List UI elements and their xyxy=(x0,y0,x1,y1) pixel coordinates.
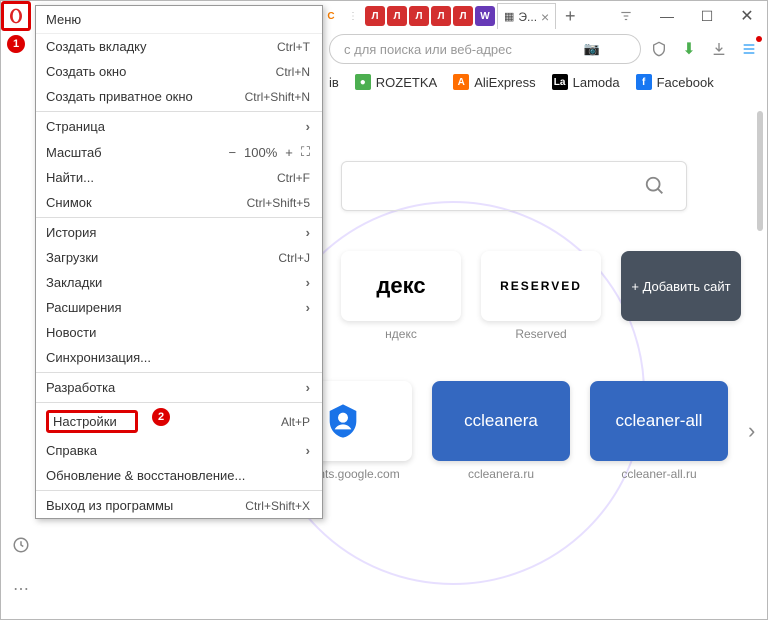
menu-find[interactable]: Найти...Ctrl+F xyxy=(36,165,322,190)
tab-icon[interactable]: ⋮ xyxy=(343,6,363,26)
bookmark-item[interactable]: fFacebook xyxy=(636,74,714,90)
menu-separator xyxy=(36,217,322,218)
next-page-icon[interactable]: › xyxy=(748,418,755,444)
speed-dial-tile[interactable]: RESERVED xyxy=(481,251,601,321)
menu-new-tab[interactable]: Создать вкладкуCtrl+T xyxy=(36,34,322,59)
menu-sync[interactable]: Синхронизация... xyxy=(36,345,322,370)
tab-strip: C ⋮ Л Л Л Л Л W ▦ Э... × + xyxy=(321,3,611,29)
search-box[interactable] xyxy=(341,161,687,211)
dial-label xyxy=(679,327,682,341)
annotation-two: 2 xyxy=(152,408,170,426)
address-input[interactable]: с для поиска или веб-адрес 📷 xyxy=(329,34,641,64)
google-account-icon xyxy=(323,401,363,441)
tab-icon[interactable]: Л xyxy=(453,6,473,26)
menu-downloads[interactable]: ЗагрузкиCtrl+J xyxy=(36,245,322,270)
new-tab-button[interactable]: + xyxy=(558,4,582,28)
shield-icon[interactable] xyxy=(649,39,669,59)
workspaces-icon[interactable] xyxy=(611,1,641,31)
menu-separator xyxy=(36,402,322,403)
easy-setup-icon[interactable] xyxy=(739,39,759,59)
opera-icon xyxy=(8,8,24,24)
menu-bookmarks[interactable]: Закладки› xyxy=(36,270,322,295)
menu-new-window[interactable]: Создать окноCtrl+N xyxy=(36,59,322,84)
menu-extensions[interactable]: Расширения› xyxy=(36,295,322,320)
dial-label: ccleaner-all.ru xyxy=(621,467,696,481)
menu-exit[interactable]: Выход из программыCtrl+Shift+X xyxy=(36,493,322,518)
menu-news[interactable]: Новости xyxy=(36,320,322,345)
speed-dial-tile[interactable]: декс xyxy=(341,251,461,321)
more-icon[interactable]: ⋯ xyxy=(13,579,29,599)
menu-zoom[interactable]: Масштаб−100%+⛶ xyxy=(36,139,322,165)
menu-help[interactable]: Справка› xyxy=(36,438,322,463)
speed-dial-icon: ▦ xyxy=(504,10,514,23)
menu-separator xyxy=(36,111,322,112)
maximize-button[interactable]: ☐ xyxy=(687,1,727,31)
menu-page[interactable]: Страница› xyxy=(36,114,322,139)
menu-update[interactable]: Обновление & восстановление... xyxy=(36,463,322,488)
speed-dial-tile[interactable]: ccleaner-all xyxy=(590,381,728,461)
bookmark-item[interactable]: LaLamoda xyxy=(552,74,620,90)
search-icon xyxy=(644,175,666,197)
tab-icon[interactable]: Л xyxy=(409,6,429,26)
camera-icon[interactable]: 📷 xyxy=(584,41,600,57)
menu-settings[interactable]: Настройки 2 Alt+P xyxy=(36,405,322,438)
address-placeholder: с для поиска или веб-адрес xyxy=(344,42,512,57)
speed-dial-tile[interactable]: ccleanera xyxy=(432,381,570,461)
tab-icon[interactable]: Л xyxy=(387,6,407,26)
bookmark-overflow[interactable]: ів xyxy=(329,75,339,90)
active-tab[interactable]: ▦ Э... × xyxy=(497,3,556,29)
bookmarks-bar: ів ●ROZETKA AAliExpress LaLamoda fFacebo… xyxy=(321,67,767,97)
tab-icon[interactable]: C xyxy=(321,6,341,26)
history-icon[interactable] xyxy=(12,536,30,559)
tab-title: Э... xyxy=(518,10,537,24)
add-site-tile[interactable]: + Добавить сайт xyxy=(621,251,741,321)
speed-dial-row: декс ндекс RESERVED Reserved + Добавить … xyxy=(341,251,747,341)
download-icon[interactable]: ⬇ xyxy=(679,39,699,59)
main-menu-dropdown: Меню Создать вкладкуCtrl+T Создать окноC… xyxy=(35,5,323,519)
tab-icon[interactable]: Л xyxy=(365,6,385,26)
menu-title: Меню xyxy=(36,6,322,34)
tab-close-icon[interactable]: × xyxy=(541,9,549,25)
dial-label: ccleanera.ru xyxy=(468,467,534,481)
tab-icon[interactable]: Л xyxy=(431,6,451,26)
menu-button[interactable] xyxy=(1,1,31,31)
menu-developer[interactable]: Разработка› xyxy=(36,375,322,400)
scrollbar[interactable] xyxy=(757,111,763,231)
bookmark-item[interactable]: AAliExpress xyxy=(453,74,535,90)
dial-label: ндекс xyxy=(385,327,417,341)
bookmark-item[interactable]: ●ROZETKA xyxy=(355,74,437,90)
tab-icon[interactable]: W xyxy=(475,6,495,26)
menu-separator xyxy=(36,490,322,491)
save-icon[interactable] xyxy=(709,39,729,59)
menu-snapshot[interactable]: СнимокCtrl+Shift+5 xyxy=(36,190,322,215)
menu-separator xyxy=(36,372,322,373)
dial-label: Reserved xyxy=(515,327,566,341)
menu-history[interactable]: История› xyxy=(36,220,322,245)
annotation-one: 1 xyxy=(7,35,25,53)
menu-new-private[interactable]: Создать приватное окноCtrl+Shift+N xyxy=(36,84,322,109)
close-button[interactable]: ✕ xyxy=(727,1,767,31)
minimize-button[interactable]: — xyxy=(647,1,687,31)
address-actions: ⬇ xyxy=(649,39,759,59)
window-controls: — ☐ ✕ xyxy=(647,1,767,31)
browser-window: 1 C ⋮ Л Л Л Л Л W ▦ Э... × + — ☐ ✕ xyxy=(0,0,768,620)
